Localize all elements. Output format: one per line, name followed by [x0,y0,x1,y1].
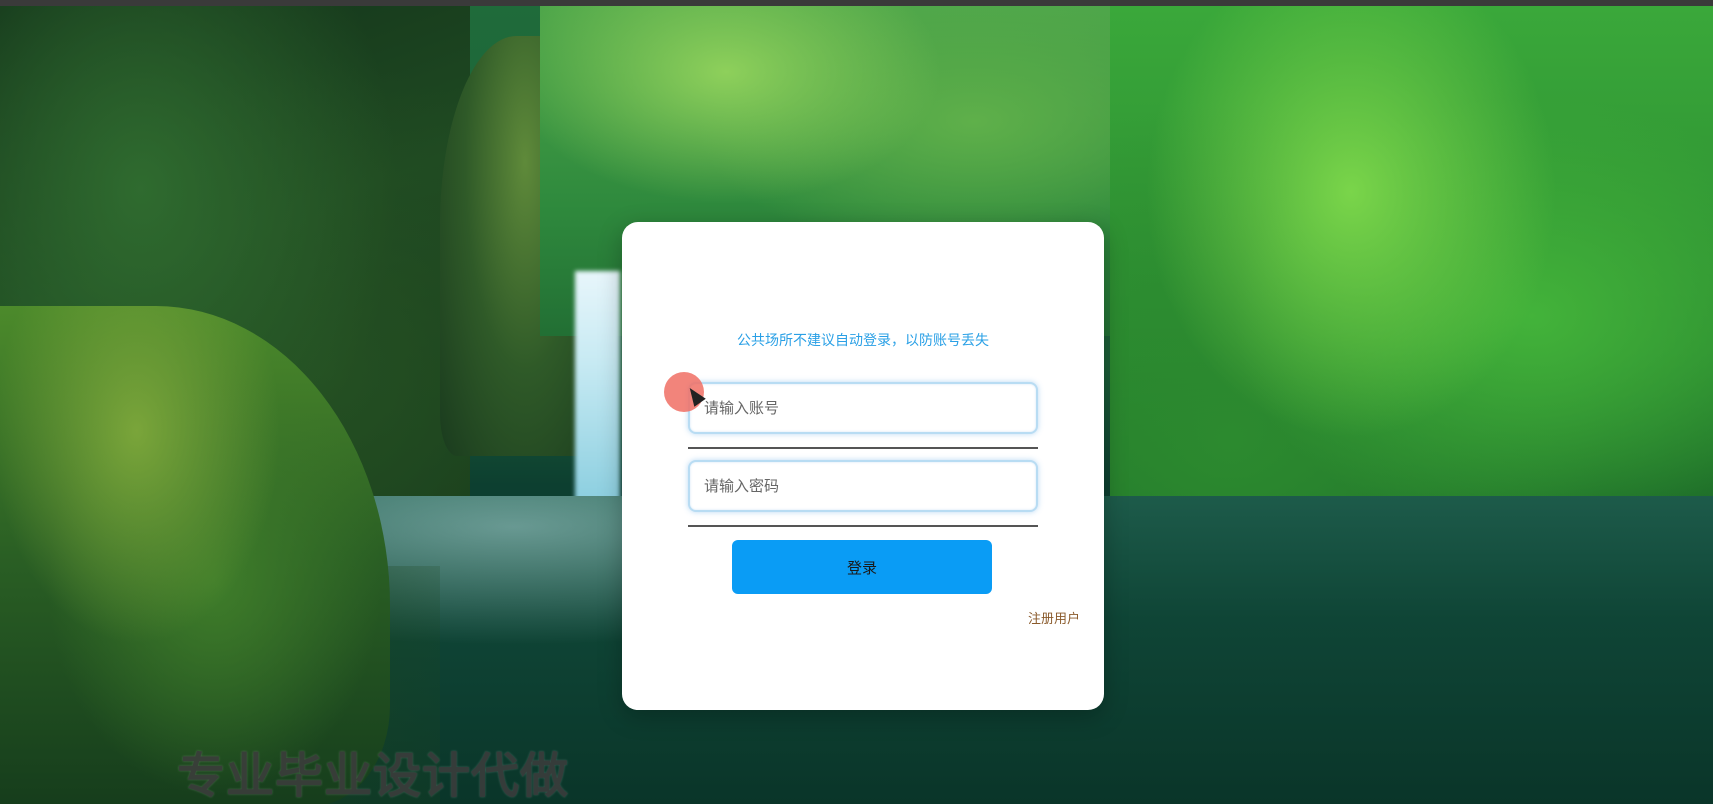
password-field-wrapper [688,460,1038,512]
account-field-wrapper [688,382,1038,434]
account-input[interactable] [688,382,1038,434]
watermark-text: 专业毕业设计代做 [177,748,570,804]
login-card: 公共场所不建议自动登录，以防账号丢失 登录 注册用户 [622,222,1104,710]
password-input[interactable] [688,460,1038,512]
background-waterfall [575,271,620,501]
register-link[interactable]: 注册用户 [1028,608,1080,627]
account-divider [688,447,1038,449]
security-notice: 公共场所不建议自动登录，以防账号丢失 [737,333,989,349]
login-button[interactable]: 登录 [732,540,992,594]
screen: 公共场所不建议自动登录，以防账号丢失 登录 注册用户 专业毕业设计代做 [0,0,1713,804]
window-top-bar [0,0,1713,6]
password-divider [688,525,1038,527]
